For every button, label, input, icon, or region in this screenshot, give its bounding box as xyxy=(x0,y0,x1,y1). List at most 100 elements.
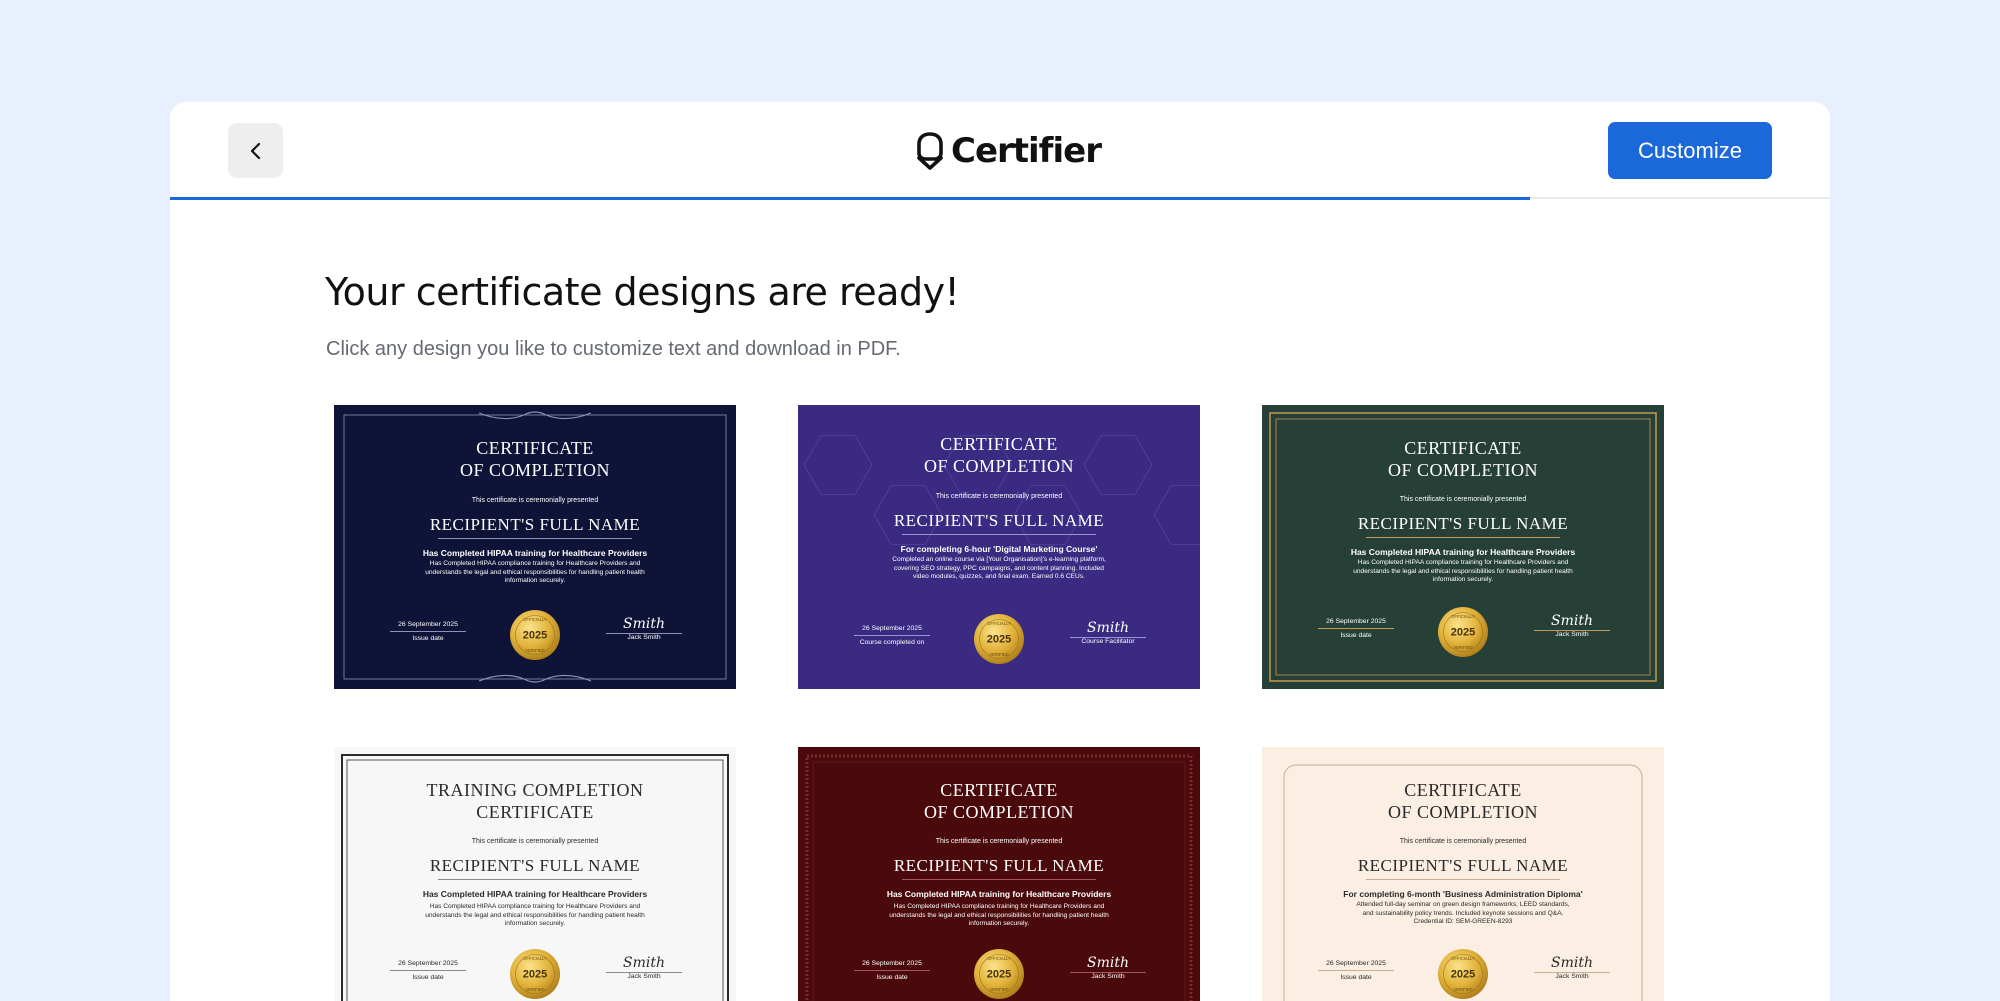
issue-date: 26 September 2025 xyxy=(390,621,466,632)
name-underline xyxy=(438,538,632,539)
certificate-card-2[interactable]: CERTIFICATE OF COMPLETION This certifica… xyxy=(798,405,1200,689)
seal-top-text: OFFICIALLY xyxy=(523,617,547,622)
signature: Smith xyxy=(1534,955,1610,973)
signature: Smith xyxy=(606,955,682,973)
certificate-presented-text: This certificate is ceremonially present… xyxy=(935,838,1063,845)
certificate-title-line-2: OF COMPLETION xyxy=(1387,802,1538,822)
certificate-title-line-1: CERTIFICATE xyxy=(476,438,594,458)
course-description: Has Completed HIPAA compliance training … xyxy=(1353,559,1573,583)
course-title: Has Completed HIPAA training for Healthc… xyxy=(422,889,648,899)
certificate-title-line-2: OF COMPLETION xyxy=(459,460,610,480)
certificate-title-line-2: OF COMPLETION xyxy=(1387,460,1538,480)
verified-seal-icon: OFFICIALLY 2025 VERIFIED xyxy=(510,610,560,660)
seal-bottom-text: VERIFIED xyxy=(989,652,1008,657)
seal-top-text: OFFICIALLY xyxy=(523,956,547,961)
certificate-title-line-1: CERTIFICATE xyxy=(1404,780,1522,800)
certificate-presented-text: This certificate is ceremonially present… xyxy=(471,497,599,504)
certificate-presented-text: This certificate is ceremonially present… xyxy=(1399,838,1527,845)
issue-date: 26 September 2025 xyxy=(390,960,466,971)
issue-date: 26 September 2025 xyxy=(1318,618,1394,629)
customize-button[interactable]: Customize xyxy=(1608,122,1772,179)
seal-year: 2025 xyxy=(987,634,1011,646)
seal-year: 2025 xyxy=(1451,627,1475,639)
seal-top-text: OFFICIALLY xyxy=(987,621,1011,626)
signature: Smith xyxy=(1070,955,1146,973)
issue-date-label: Issue date xyxy=(412,635,444,642)
issue-date-label: Course completed on xyxy=(859,639,925,646)
name-underline xyxy=(902,534,1096,535)
seal-bottom-text: VERIFIED xyxy=(525,648,544,653)
certificate-presented-text: This certificate is ceremonially present… xyxy=(471,838,599,845)
certificate-title: CERTIFICATE OF COMPLETION xyxy=(1262,437,1664,481)
issue-date: 26 September 2025 xyxy=(854,625,930,636)
page-title: Your certificate designs are ready! xyxy=(325,270,960,314)
issue-date: 26 September 2025 xyxy=(854,960,930,971)
certificate-title: CERTIFICATE OF COMPLETION xyxy=(334,437,736,481)
signer-name: Jack Smith xyxy=(627,634,661,641)
seal-top-text: OFFICIALLY xyxy=(1451,956,1475,961)
signer-name: Jack Smith xyxy=(1091,973,1125,980)
course-description: Attended full-day seminar on green desig… xyxy=(1356,901,1570,925)
course-title: Has Completed HIPAA training for Healthc… xyxy=(422,548,648,558)
certificate-title: CERTIFICATE OF COMPLETION xyxy=(798,433,1200,477)
recipient-name: RECIPIENT'S FULL NAME xyxy=(429,856,641,875)
verified-seal-icon: OFFICIALLY 2025 VERIFIED xyxy=(1438,949,1488,999)
certificate-card-6[interactable]: CERTIFICATE OF COMPLETION This certifica… xyxy=(1262,747,1664,1001)
course-title: Has Completed HIPAA training for Healthc… xyxy=(886,889,1112,899)
seal-year: 2025 xyxy=(523,630,547,642)
course-description: Has Completed HIPAA compliance training … xyxy=(425,560,645,584)
course-description: Has Completed HIPAA compliance training … xyxy=(425,903,645,927)
seal-top-text: OFFICIALLY xyxy=(1451,614,1475,619)
issue-date: 26 September 2025 xyxy=(1318,960,1394,971)
certificate-title-line-1: CERTIFICATE xyxy=(940,780,1058,800)
name-underline xyxy=(1366,537,1560,538)
name-underline xyxy=(438,879,632,880)
seal-year: 2025 xyxy=(523,969,547,981)
verified-seal-icon: OFFICIALLY 2025 VERIFIED xyxy=(974,949,1024,999)
top-bar: Certifier Customize xyxy=(170,102,1830,199)
recipient-name: RECIPIENT'S FULL NAME xyxy=(893,511,1105,530)
recipient-name: RECIPIENT'S FULL NAME xyxy=(1357,514,1569,533)
signature: Smith xyxy=(1534,613,1610,631)
certificate-presented-text: This certificate is ceremonially present… xyxy=(1399,496,1527,503)
certificate-title-line-1: CERTIFICATE xyxy=(940,434,1058,454)
back-button[interactable] xyxy=(228,123,283,178)
certificate-title-line-1: CERTIFICATE xyxy=(1404,438,1522,458)
certificate-card-1[interactable]: CERTIFICATE OF COMPLETION This certifica… xyxy=(334,405,736,689)
certificate-card-5[interactable]: CERTIFICATE OF COMPLETION This certifica… xyxy=(798,747,1200,1001)
recipient-name: RECIPIENT'S FULL NAME xyxy=(429,515,641,534)
certificate-card-4[interactable]: TRAINING COMPLETION CERTIFICATE This cer… xyxy=(334,747,736,1001)
main-panel: Certifier Customize Your certificate des… xyxy=(170,102,1830,1001)
logo-text: Certifier xyxy=(951,131,1102,171)
certifier-shield-icon xyxy=(917,132,943,170)
name-underline xyxy=(902,879,1096,880)
signature: Smith xyxy=(606,616,682,634)
page-subtitle: Click any design you like to customize t… xyxy=(326,338,901,360)
course-description: Has Completed HIPAA compliance training … xyxy=(889,903,1109,927)
verified-seal-icon: OFFICIALLY 2025 VERIFIED xyxy=(510,949,560,999)
certificate-title-line-1: TRAINING COMPLETION xyxy=(426,780,644,800)
seal-bottom-text: VERIFIED xyxy=(1453,645,1472,650)
recipient-name: RECIPIENT'S FULL NAME xyxy=(1357,856,1569,875)
seal-year: 2025 xyxy=(987,969,1011,981)
certificate-title-line-2: CERTIFICATE xyxy=(476,802,594,822)
signer-name: Jack Smith xyxy=(1555,973,1589,980)
certifier-logo[interactable]: Certifier xyxy=(915,126,1102,176)
verified-seal-icon: OFFICIALLY 2025 VERIFIED xyxy=(974,614,1024,664)
certificate-title-line-2: OF COMPLETION xyxy=(923,456,1074,476)
certificate-presented-text: This certificate is ceremonially present… xyxy=(935,493,1063,500)
signer-name: Course Facilitator xyxy=(1081,638,1135,645)
certificate-title-line-2: OF COMPLETION xyxy=(923,802,1074,822)
progress-bar xyxy=(170,197,1530,200)
recipient-name: RECIPIENT'S FULL NAME xyxy=(893,856,1105,875)
certificate-title: CERTIFICATE OF COMPLETION xyxy=(1262,779,1664,823)
certificate-card-3[interactable]: CERTIFICATE OF COMPLETION This certifica… xyxy=(1262,405,1664,689)
issue-date-label: Issue date xyxy=(1340,632,1372,639)
issue-date-label: Issue date xyxy=(876,974,908,981)
seal-year: 2025 xyxy=(1451,969,1475,981)
course-title: For completing 6-month 'Business Adminis… xyxy=(1343,889,1583,899)
certificate-title: TRAINING COMPLETION CERTIFICATE xyxy=(334,779,736,823)
signer-name: Jack Smith xyxy=(627,973,661,980)
verified-seal-icon: OFFICIALLY 2025 VERIFIED xyxy=(1438,607,1488,657)
chevron-left-icon xyxy=(250,142,260,159)
